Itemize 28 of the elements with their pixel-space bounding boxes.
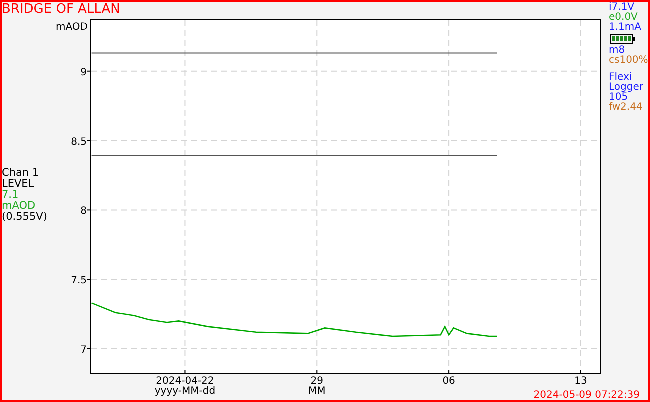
axis-tick-label: 2024-04-22 [156,376,214,387]
axis-unit-label: MM [308,386,326,397]
status-text: m8 [609,46,626,56]
battery-icon [610,34,636,44]
status-text: i7.1V [609,3,635,13]
axis-tick-label: 8 [80,206,87,218]
axis-tick-label: 9 [80,67,87,78]
status-text: Logger [609,83,644,93]
axis-unit-label: yyyy-MM-dd [154,386,216,397]
axis-tick-label: 06 [442,376,456,387]
axis-tick-label: 7.5 [71,276,87,287]
axis-tick-label: 29 [310,376,324,387]
axis-tick-label: 13 [574,376,588,387]
status-text: fw2.44 [609,103,644,113]
axis-tick-label: 8.5 [71,136,87,148]
channel-type: LEVEL [2,179,36,190]
status-text: e0.0V [609,13,638,23]
channel-unit: mAOD [2,201,37,212]
axis-tick-label: 7 [80,345,87,356]
channel-voltage: (0.555V) [2,212,48,223]
channel-reading: 7.1 [2,190,20,201]
channel-name: Chan 1 [2,168,40,179]
timestamp: 2024-05-09 07:22:39 [534,390,640,400]
station-title: BRIDGE OF ALLAN [2,2,122,18]
axis-title: mAOD [56,22,88,33]
status-text: 1.1mA [609,23,642,33]
status-text: 105 [609,93,628,103]
status-text: Flexi [609,73,632,83]
